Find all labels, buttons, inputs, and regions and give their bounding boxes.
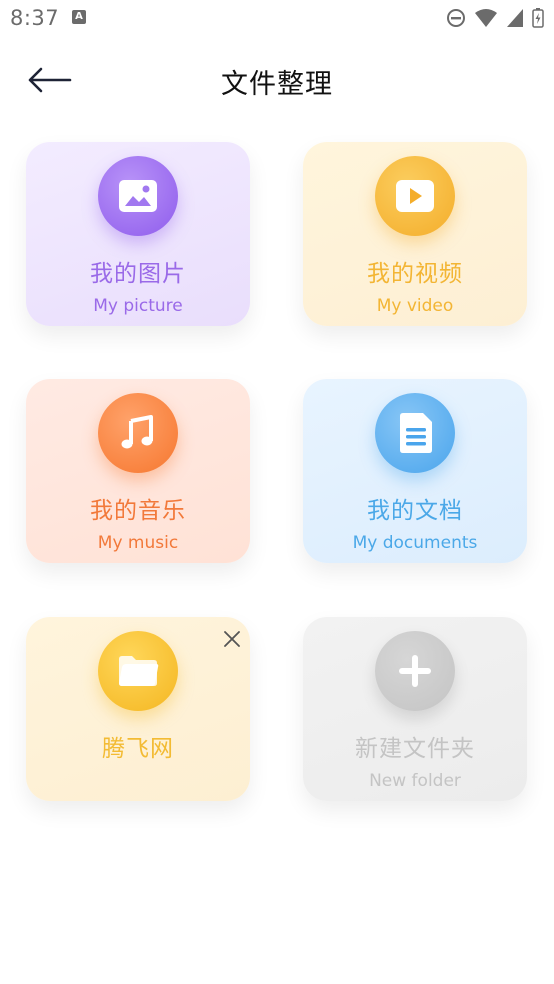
card-subtitle: My video — [376, 296, 454, 316]
music-icon-circle — [98, 393, 178, 473]
status-time: 8:37 — [10, 6, 60, 30]
document-icon — [400, 413, 432, 453]
do-not-disturb-icon — [447, 9, 465, 27]
image-icon — [119, 180, 157, 212]
header: 文件整理 — [0, 50, 554, 110]
new-folder-icon-circle — [375, 631, 455, 711]
card-my-picture[interactable]: 我的图片 My picture — [26, 142, 250, 326]
card-title: 我的文档 — [367, 498, 463, 524]
music-note-icon — [121, 415, 153, 449]
folder-icon-circle — [98, 631, 178, 711]
delete-folder-button[interactable] — [222, 629, 242, 649]
card-title: 我的音乐 — [90, 498, 186, 524]
card-my-documents[interactable]: 我的文档 My documents — [303, 379, 527, 563]
page-title: 文件整理 — [221, 69, 333, 100]
card-subtitle: My documents — [352, 533, 478, 553]
picture-icon-circle — [98, 156, 178, 236]
notification-icon: A — [72, 10, 86, 24]
plus-icon — [399, 655, 431, 687]
battery-icon — [532, 8, 544, 28]
card-subtitle: My music — [97, 533, 179, 553]
card-subtitle: New folder — [369, 771, 461, 791]
card-my-video[interactable]: 我的视频 My video — [303, 142, 527, 326]
card-subtitle: My picture — [93, 296, 183, 316]
play-icon — [396, 180, 434, 212]
card-title: 新建文件夹 — [355, 736, 475, 762]
cellular-icon — [507, 9, 523, 27]
card-title: 我的图片 — [90, 261, 186, 287]
card-title: 我的视频 — [367, 261, 463, 287]
status-bar: 8:37 A — [0, 0, 554, 38]
documents-icon-circle — [375, 393, 455, 473]
folder-icon — [119, 656, 159, 686]
status-icons — [446, 8, 544, 28]
wifi-icon — [475, 9, 497, 27]
close-icon — [224, 631, 240, 647]
card-my-music[interactable]: 我的音乐 My music — [26, 379, 250, 563]
video-icon-circle — [375, 156, 455, 236]
card-custom-folder[interactable]: 腾飞网 — [26, 617, 250, 801]
card-title: 腾飞网 — [102, 736, 174, 762]
card-new-folder[interactable]: 新建文件夹 New folder — [303, 617, 527, 801]
